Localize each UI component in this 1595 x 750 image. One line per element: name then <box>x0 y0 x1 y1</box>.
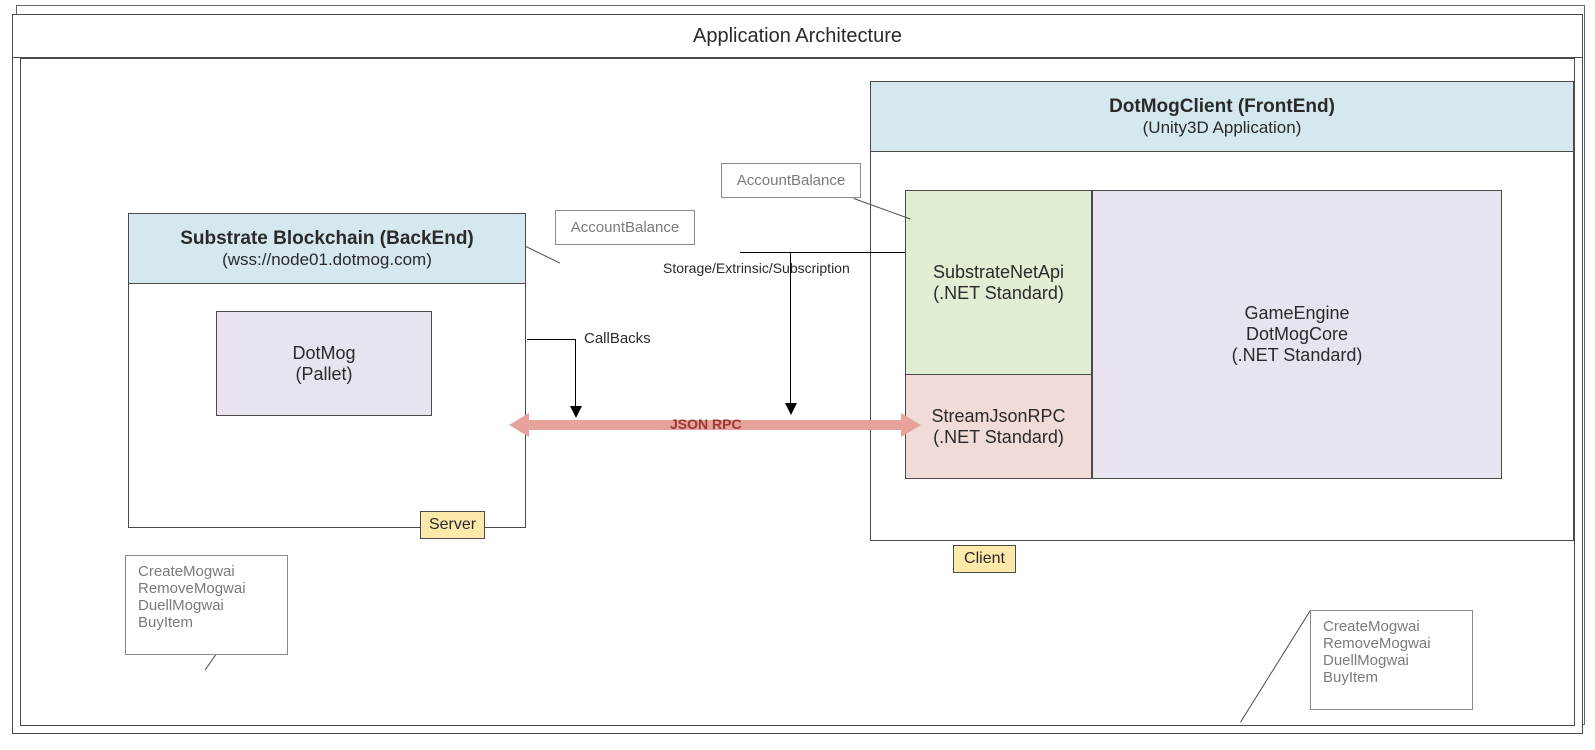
arrowhead-down-icon <box>570 406 582 418</box>
pallet-box: DotMog (Pallet) <box>216 311 432 416</box>
engine-op: BuyItem <box>1323 669 1460 686</box>
storage-label: Storage/Extrinsic/Subscription <box>663 260 850 276</box>
server-header: Substrate Blockchain (BackEnd) (wss://no… <box>129 214 525 284</box>
client-title: DotMogClient (FrontEnd) <box>1109 96 1335 118</box>
callbacks-connector-v <box>575 339 576 409</box>
engine-op: DuellMogwai <box>1323 652 1460 669</box>
arrowhead-down-icon <box>785 403 797 415</box>
pallet-op: CreateMogwai <box>138 563 275 580</box>
client-subtitle: (Unity3D Application) <box>1143 118 1302 138</box>
api-framework: (.NET Standard) <box>933 283 1064 304</box>
pallet-name: DotMog <box>292 343 355 364</box>
engine-box: GameEngine DotMogCore (.NET Standard) <box>1092 190 1502 479</box>
server-tag-label: Server <box>429 516 476 534</box>
server-title: Substrate Blockchain (BackEnd) <box>180 228 474 250</box>
client-balance-note: AccountBalance <box>721 163 861 198</box>
engine-op: RemoveMogwai <box>1323 635 1460 652</box>
callbacks-connector-h <box>527 339 575 340</box>
engine-ops-note: CreateMogwai RemoveMogwai DuellMogwai Bu… <box>1310 610 1473 710</box>
client-balance-text: AccountBalance <box>737 172 845 189</box>
arrowhead-right-icon <box>901 413 921 437</box>
server-balance-text: AccountBalance <box>571 219 679 236</box>
jsonrpc-label: JSON RPC <box>670 416 742 432</box>
rpc-box: StreamJsonRPC (.NET Standard) <box>905 374 1092 479</box>
pallet-op: BuyItem <box>138 614 275 631</box>
pallet-op: RemoveMogwai <box>138 580 275 597</box>
storage-connector-h <box>740 252 905 253</box>
api-name: SubstrateNetApi <box>933 262 1064 283</box>
client-tag: Client <box>953 545 1016 573</box>
client-tag-label: Client <box>964 550 1005 568</box>
api-box: SubstrateNetApi (.NET Standard) <box>905 190 1092 375</box>
pallet-kind: (Pallet) <box>295 364 352 385</box>
pallet-ops-note: CreateMogwai RemoveMogwai DuellMogwai Bu… <box>125 555 288 655</box>
engine-framework: (.NET Standard) <box>1232 345 1363 366</box>
server-subtitle: (wss://node01.dotmog.com) <box>222 250 432 270</box>
diagram-title: Application Architecture <box>693 25 902 48</box>
rpc-framework: (.NET Standard) <box>933 427 1064 448</box>
callbacks-label: CallBacks <box>584 330 651 347</box>
engine-line1: GameEngine <box>1244 303 1349 324</box>
engine-line2: DotMogCore <box>1246 324 1348 345</box>
client-header: DotMogClient (FrontEnd) (Unity3D Applica… <box>871 82 1573 152</box>
server-balance-note: AccountBalance <box>555 210 695 245</box>
pallet-op: DuellMogwai <box>138 597 275 614</box>
engine-op: CreateMogwai <box>1323 618 1460 635</box>
diagram-title-bar: Application Architecture <box>12 14 1583 58</box>
diagram-stage: Application Architecture Substrate Block… <box>0 0 1595 750</box>
server-tag: Server <box>420 511 485 539</box>
rpc-name: StreamJsonRPC <box>931 406 1065 427</box>
